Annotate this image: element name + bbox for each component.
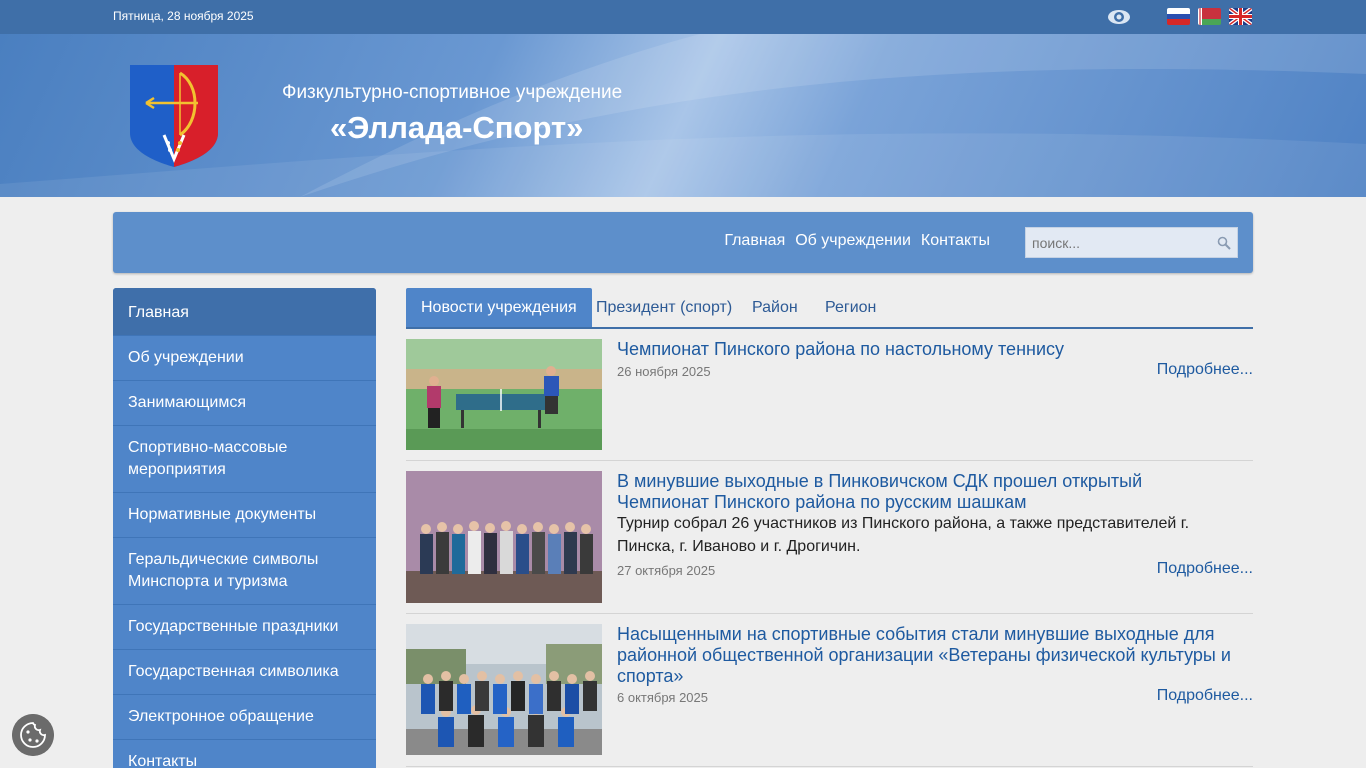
news-title[interactable]: Насыщенными на спортивные события стали … bbox=[617, 624, 1237, 687]
news-item: Чемпионат Пинского района по настольному… bbox=[406, 339, 1253, 450]
news-image-checkers-group[interactable] bbox=[406, 471, 602, 603]
search-input[interactable] bbox=[1026, 228, 1216, 257]
flag-russia-icon[interactable] bbox=[1167, 8, 1190, 25]
news-divider bbox=[406, 613, 1253, 614]
news-title[interactable]: В минувшие выходные в Пинковичском СДК п… bbox=[617, 471, 1237, 513]
sidebar-item-about[interactable]: Об учреждении bbox=[113, 336, 376, 381]
top-bar: Пятница, 28 ноября 2025 bbox=[0, 0, 1366, 34]
news-divider bbox=[406, 766, 1253, 767]
nav-link-contacts[interactable]: Контакты bbox=[921, 232, 990, 250]
sidebar-item-regulations[interactable]: Нормативные документы bbox=[113, 493, 376, 538]
nav-links: Главная Об учреждении Контакты bbox=[724, 232, 990, 250]
coat-of-arms-logo[interactable] bbox=[128, 63, 220, 169]
sidebar-item-participants[interactable]: Занимающимся bbox=[113, 381, 376, 426]
news-date: 26 ноября 2025 bbox=[617, 364, 711, 379]
read-more-link[interactable]: Подробнее... bbox=[1157, 687, 1253, 705]
news-title[interactable]: Чемпионат Пинского района по настольному… bbox=[617, 339, 1237, 360]
header-subtitle: Физкультурно-спортивное учреждение bbox=[282, 82, 623, 103]
tab-president-sport[interactable]: Президент (спорт) bbox=[581, 288, 747, 327]
tab-district[interactable]: Район bbox=[737, 288, 813, 327]
header-title: «Эллада-Спорт» bbox=[330, 110, 584, 145]
news-image-veterans-group[interactable] bbox=[406, 624, 602, 755]
flag-uk-icon[interactable] bbox=[1229, 8, 1252, 25]
eye-icon[interactable] bbox=[1107, 8, 1131, 26]
sidebar-item-contacts[interactable]: Контакты bbox=[113, 740, 376, 768]
site-header: Физкультурно-спортивное учреждение «Элла… bbox=[0, 34, 1366, 197]
nav-link-home[interactable]: Главная bbox=[724, 232, 785, 250]
tab-region[interactable]: Регион bbox=[810, 288, 891, 327]
news-item: В минувшие выходные в Пинковичском СДК п… bbox=[406, 471, 1253, 603]
sidebar-menu: Главная Об учреждении Занимающимся Спорт… bbox=[113, 288, 376, 768]
read-more-link[interactable]: Подробнее... bbox=[1157, 560, 1253, 578]
tab-institution-news[interactable]: Новости учреждения bbox=[406, 288, 592, 327]
search-icon[interactable] bbox=[1217, 236, 1231, 250]
sidebar-item-home[interactable]: Главная bbox=[113, 288, 376, 336]
sidebar-item-electronic-appeal[interactable]: Электронное обращение bbox=[113, 695, 376, 740]
sidebar-item-state-holidays[interactable]: Государственные праздники bbox=[113, 605, 376, 650]
news-image-table-tennis[interactable] bbox=[406, 339, 602, 450]
sidebar-item-heraldic-symbols[interactable]: Геральдические символы Минспорта и туриз… bbox=[113, 538, 376, 605]
news-item: Насыщенными на спортивные события стали … bbox=[406, 624, 1253, 755]
flag-belarus-icon[interactable] bbox=[1198, 8, 1221, 25]
current-date: Пятница, 28 ноября 2025 bbox=[113, 9, 254, 23]
news-date: 27 октября 2025 bbox=[617, 563, 716, 578]
news-description: Турнир собрал 26 участников из Пинского … bbox=[617, 515, 1190, 555]
sidebar-item-state-symbols[interactable]: Государственная символика bbox=[113, 650, 376, 695]
cookie-settings-icon[interactable] bbox=[12, 714, 54, 756]
news-date: 6 октября 2025 bbox=[617, 690, 708, 705]
nav-link-about[interactable]: Об учреждении bbox=[795, 232, 911, 250]
main-navigation: Главная Об учреждении Контакты bbox=[113, 212, 1253, 273]
read-more-link[interactable]: Подробнее... bbox=[1157, 361, 1253, 379]
sidebar-item-sport-events[interactable]: Спортивно-массовые мероприятия bbox=[113, 426, 376, 493]
news-tabs: Новости учреждения Президент (спорт) Рай… bbox=[406, 288, 1253, 329]
search-box bbox=[1025, 227, 1238, 258]
news-divider bbox=[406, 460, 1253, 461]
